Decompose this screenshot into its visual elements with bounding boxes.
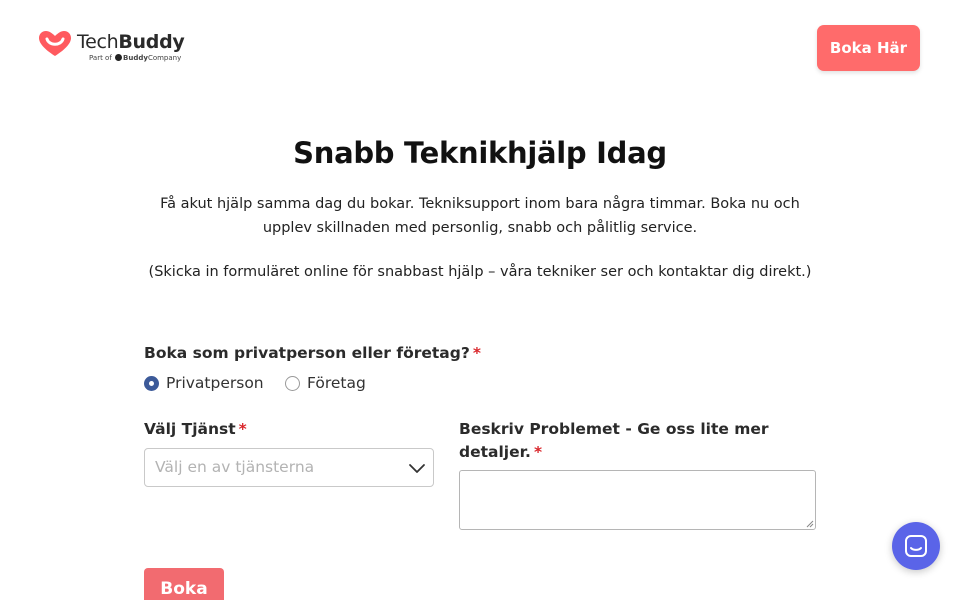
logo-wordmark: TechBuddy [77,31,185,53]
problem-label-line2: detaljer. [459,443,531,461]
customer-type-label: Boka som privatperson eller företag? * [144,342,481,365]
page-title: Snabb Teknikhjälp Idag [293,136,667,170]
techbuddy-logo[interactable]: TechBuddy Part of BuddyCompany [38,28,198,68]
problem-label: Beskriv Problemet - Ge oss lite mer deta… [459,418,769,464]
logo-sub-prefix: Part of [89,54,112,62]
logo-sub-brand-bold: Buddy [123,54,148,62]
logo-subtitle: Part of BuddyCompany [89,54,181,62]
problem-label-line2-wrap: detaljer. * [459,441,769,464]
smile-logo-icon [39,31,71,56]
radio-option-privatperson[interactable]: Privatperson [144,372,264,394]
buddy-dot-icon [115,54,123,61]
required-mark: * [238,420,247,438]
problem-label-line1: Beskriv Problemet - Ge oss lite mer [459,420,769,438]
chat-launcher-button[interactable] [892,522,940,570]
chat-icon [905,535,927,557]
logo-name-bold: Buddy [118,31,185,53]
logo-name-light: Tech [77,31,119,53]
required-mark: * [533,443,543,461]
page: TechBuddy Part of BuddyCompany Boka Här … [0,0,960,600]
service-label: Välj Tjänst * [144,418,247,441]
radio-button-unchecked[interactable] [285,375,300,391]
problem-textarea[interactable] [459,470,816,530]
hero-description: Få akut hjälp samma dag du bokar. Teknik… [160,196,800,236]
hero-note: (Skicka in formuläret online för snabbas… [148,264,812,280]
resize-handle-icon[interactable] [806,520,814,528]
radio-option-foretag[interactable]: Företag [285,372,366,394]
radio-button-checked[interactable] [144,375,159,391]
logo-sub-brand-rest: Company [147,54,182,62]
radio-label-privatperson: Privatperson [166,374,264,392]
required-mark: * [472,344,481,362]
chevron-down-icon [409,464,425,473]
header-book-button[interactable]: Boka Här [817,25,920,71]
service-select[interactable]: Välj en av tjänsterna [144,448,434,487]
service-select-placeholder: Välj en av tjänsterna [155,458,315,476]
submit-book-button[interactable]: Boka [144,568,224,600]
customer-type-label-text: Boka som privatperson eller företag? [144,344,470,362]
service-label-text: Välj Tjänst [144,420,236,438]
radio-label-foretag: Företag [307,374,366,392]
